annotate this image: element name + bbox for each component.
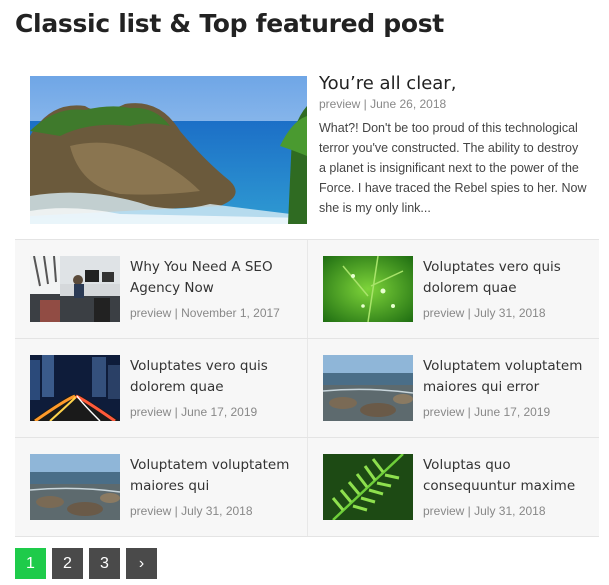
post-thumbnail-city-night[interactable]: [30, 355, 120, 421]
post-item: Why You Need A SEO Agency Now preview | …: [15, 240, 307, 338]
featured-post: You’re all clear, preview | June 26, 201…: [15, 58, 599, 240]
pagination: 1 2 3 ›: [15, 548, 157, 579]
post-thumbnail-rocky-shore[interactable]: [30, 454, 120, 520]
post-item: Voluptas quo consequuntur maxime preview…: [307, 438, 600, 536]
featured-title[interactable]: You’re all clear,: [319, 72, 456, 96]
post-title[interactable]: Voluptates vero quis dolorem quae: [423, 257, 593, 299]
featured-image[interactable]: [30, 76, 307, 224]
post-grid: Why You Need A SEO Agency Now preview | …: [15, 240, 599, 537]
post-meta: preview | July 31, 2018: [423, 306, 546, 320]
post-thumbnail-rocky-shore[interactable]: [323, 355, 413, 421]
page-1-button[interactable]: 1: [15, 548, 46, 579]
post-title[interactable]: Why You Need A SEO Agency Now: [130, 257, 300, 299]
post-item: Voluptates vero quis dolorem quae previe…: [307, 240, 600, 338]
post-item: Voluptatem voluptatem maiores qui previe…: [15, 438, 307, 536]
post-meta: preview | November 1, 2017: [130, 306, 280, 320]
post-thumbnail-green-leaf[interactable]: [323, 256, 413, 322]
featured-excerpt: What?! Don't be too proud of this techno…: [319, 121, 587, 215]
post-meta: preview | July 31, 2018: [423, 504, 546, 518]
post-item: Voluptates vero quis dolorem quae previe…: [15, 339, 307, 437]
post-title[interactable]: Voluptates vero quis dolorem quae: [130, 356, 300, 398]
post-row: Why You Need A SEO Agency Now preview | …: [15, 240, 599, 339]
section-heading: Classic list & Top featured post: [15, 9, 444, 38]
post-meta: preview | June 17, 2019: [130, 405, 258, 419]
next-page-button[interactable]: ›: [126, 548, 157, 579]
page-3-button[interactable]: 3: [89, 548, 120, 579]
post-item: Voluptatem voluptatem maiores qui error …: [307, 339, 600, 437]
post-meta: preview | June 17, 2019: [423, 405, 551, 419]
post-row: Voluptatem voluptatem maiores qui previe…: [15, 438, 599, 537]
post-title[interactable]: Voluptatem voluptatem maiores qui error: [423, 356, 593, 398]
featured-meta: preview | June 26, 2018: [319, 97, 447, 111]
page-2-button[interactable]: 2: [52, 548, 83, 579]
post-meta: preview | July 31, 2018: [130, 504, 253, 518]
post-title[interactable]: Voluptatem voluptatem maiores qui: [130, 455, 300, 497]
post-title[interactable]: Voluptas quo consequuntur maxime: [423, 455, 593, 497]
post-row: Voluptates vero quis dolorem quae previe…: [15, 339, 599, 438]
post-thumbnail-office[interactable]: [30, 256, 120, 322]
post-thumbnail-fern[interactable]: [323, 454, 413, 520]
